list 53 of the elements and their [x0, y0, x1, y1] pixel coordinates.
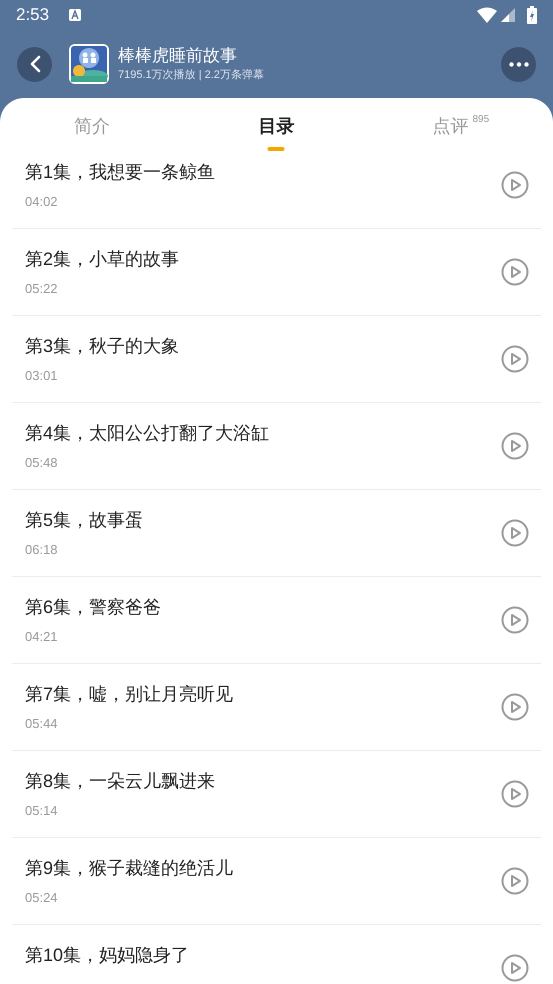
play-button[interactable] — [501, 867, 529, 895]
play-button[interactable] — [501, 780, 529, 808]
episode-row[interactable]: 第7集，嘘，别让月亮听见 05:44 — [12, 664, 541, 751]
episode-row[interactable]: 第9集，猴子裁缝的绝活儿 05:24 — [12, 838, 541, 925]
more-button[interactable] — [501, 46, 536, 82]
back-icon — [28, 55, 40, 73]
episode-title: 第5集，故事蛋 — [25, 509, 144, 532]
status-time: 2:53 — [16, 4, 50, 26]
review-count: 895 — [472, 113, 490, 127]
play-button[interactable] — [501, 519, 529, 547]
play-button[interactable] — [501, 606, 529, 634]
episode-duration: 05:22 — [25, 281, 59, 297]
signal-icon — [501, 8, 515, 22]
battery-icon — [527, 6, 537, 24]
episode-duration: 05:14 — [25, 803, 59, 819]
episode-duration: 06:18 — [25, 542, 59, 558]
episode-row[interactable]: 第6集，警察爸爸 04:21 — [12, 577, 541, 664]
back-button[interactable] — [17, 46, 52, 82]
wifi-icon — [477, 7, 497, 23]
episode-title: 第2集，小草的故事 — [25, 248, 180, 271]
play-button[interactable] — [501, 345, 529, 373]
episode-row[interactable]: 第2集，小草的故事 05:22 — [12, 229, 541, 316]
album-title: 棒棒虎睡前故事 — [118, 45, 238, 67]
episode-title: 第10集，妈妈隐身了 — [25, 944, 190, 967]
episode-title: 第7集，嘘，别让月亮听见 — [25, 683, 234, 706]
episode-row[interactable]: 第3集，秋子的大象 03:01 — [12, 316, 541, 403]
album-stats: 7195.1万次播放 | 2.2万条弹幕 — [118, 68, 264, 83]
episode-row[interactable]: 第10集，妈妈隐身了 — [12, 925, 541, 984]
play-button[interactable] — [501, 432, 529, 460]
play-button[interactable] — [501, 258, 529, 286]
keyboard-icon — [69, 9, 82, 21]
episode-title: 第4集，太阳公公打翻了大浴缸 — [25, 422, 270, 445]
episode-title: 第6集，警察爸爸 — [25, 596, 162, 619]
episode-title: 第1集，我想要一条鲸鱼 — [25, 161, 216, 184]
episode-duration: 04:02 — [25, 194, 59, 210]
episode-duration: 05:44 — [25, 716, 59, 732]
episode-duration: 03:01 — [25, 368, 59, 384]
episode-duration: 05:24 — [25, 890, 59, 906]
play-button[interactable] — [501, 954, 529, 982]
tab[interactable]: 目录 — [184, 98, 369, 155]
episode-duration: 04:21 — [25, 629, 59, 645]
episode-row[interactable]: 第4集，太阳公公打翻了大浴缸 05:48 — [12, 403, 541, 490]
episode-title: 第9集，猴子裁缝的绝活儿 — [25, 857, 234, 880]
episode-title: 第3集，秋子的大象 — [25, 335, 180, 358]
episode-row[interactable]: 第1集，我想要一条鲸鱼 04:02 — [12, 155, 541, 229]
tab-indicator — [268, 147, 285, 151]
episode-row[interactable]: 第5集，故事蛋 06:18 — [12, 490, 541, 577]
play-button[interactable] — [501, 693, 529, 721]
play-button[interactable] — [501, 171, 529, 199]
episode-duration: 05:48 — [25, 455, 59, 471]
episode-row[interactable]: 第8集，一朵云儿飘进来 05:14 — [12, 751, 541, 838]
episode-title: 第8集，一朵云儿飘进来 — [25, 770, 216, 793]
more-icon — [508, 62, 528, 66]
